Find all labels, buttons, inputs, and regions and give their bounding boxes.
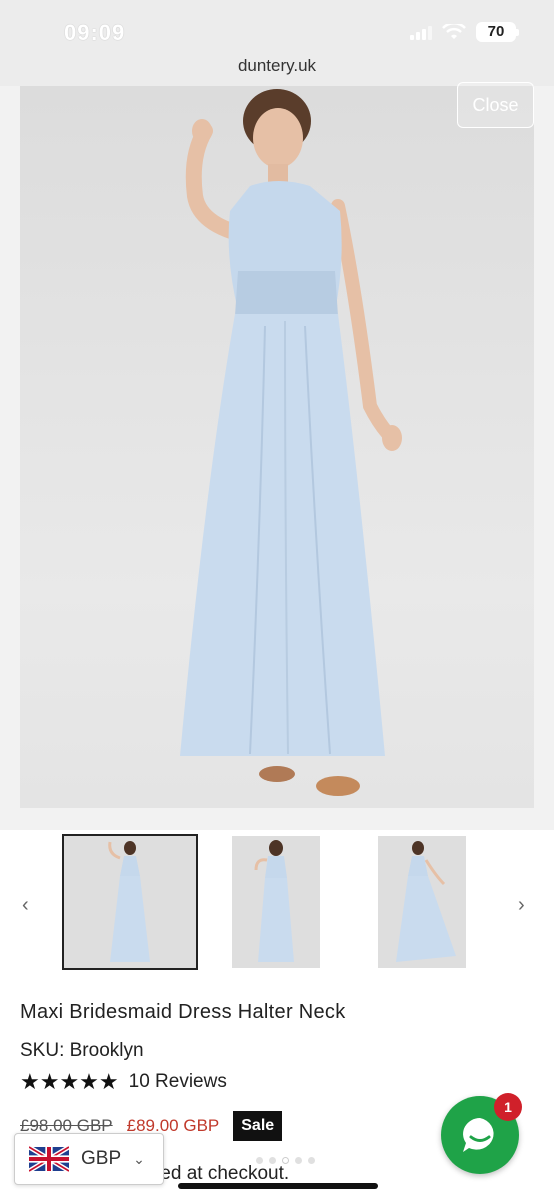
- thumbnail-3-image: [396, 841, 456, 962]
- product-title: Maxi Bridesmaid Dress Halter Neck: [20, 1001, 346, 1023]
- carousel-dot[interactable]: [256, 1157, 263, 1164]
- carousel-dot[interactable]: [308, 1157, 315, 1164]
- carousel-dot[interactable]: [295, 1157, 302, 1164]
- dress-model-illustration: [180, 89, 402, 796]
- carousel-dot-active[interactable]: [282, 1157, 289, 1164]
- chat-notification-badge: 1: [494, 1093, 522, 1121]
- carousel-dot[interactable]: [269, 1157, 276, 1164]
- chat-bubble-icon: [463, 1118, 494, 1152]
- rating-row[interactable]: ★★★★★ 10 Reviews: [20, 1069, 227, 1095]
- wifi-icon: [442, 24, 466, 39]
- thumbnail-strip: ‹ ›: [0, 830, 554, 975]
- home-indicator: [178, 1183, 378, 1189]
- thumbnail-1[interactable]: [86, 836, 174, 968]
- battery-icon: 70: [476, 22, 519, 42]
- thumbnail-2[interactable]: [232, 836, 320, 968]
- product-sku: SKU: Brooklyn: [20, 1040, 144, 1061]
- signal-icon: [410, 24, 432, 40]
- thumbnail-3[interactable]: [378, 836, 466, 968]
- reviews-link[interactable]: 10 Reviews: [129, 1071, 227, 1093]
- carousel-dots: [256, 1157, 315, 1164]
- prev-arrow-icon[interactable]: ‹: [22, 894, 29, 917]
- thumbnail-1-image: [108, 841, 150, 962]
- status-time: 09:09: [64, 20, 126, 45]
- uk-flag-icon: [29, 1146, 69, 1172]
- currency-selector[interactable]: GBP ⌄: [14, 1133, 164, 1185]
- sale-badge: Sale: [233, 1111, 283, 1141]
- close-button[interactable]: Close: [457, 82, 534, 128]
- star-rating-icon: ★★★★★: [20, 1069, 119, 1094]
- checkout-note: ted at checkout.: [155, 1163, 290, 1184]
- thumbnail-2-image: [254, 840, 294, 962]
- status-bar: 09:09 70: [0, 0, 554, 62]
- currency-code: GBP: [81, 1148, 122, 1169]
- product-main-image[interactable]: [20, 86, 534, 808]
- chevron-down-icon: ⌄: [133, 1150, 145, 1167]
- status-icons: 70: [410, 22, 519, 42]
- next-arrow-icon[interactable]: ›: [518, 894, 525, 917]
